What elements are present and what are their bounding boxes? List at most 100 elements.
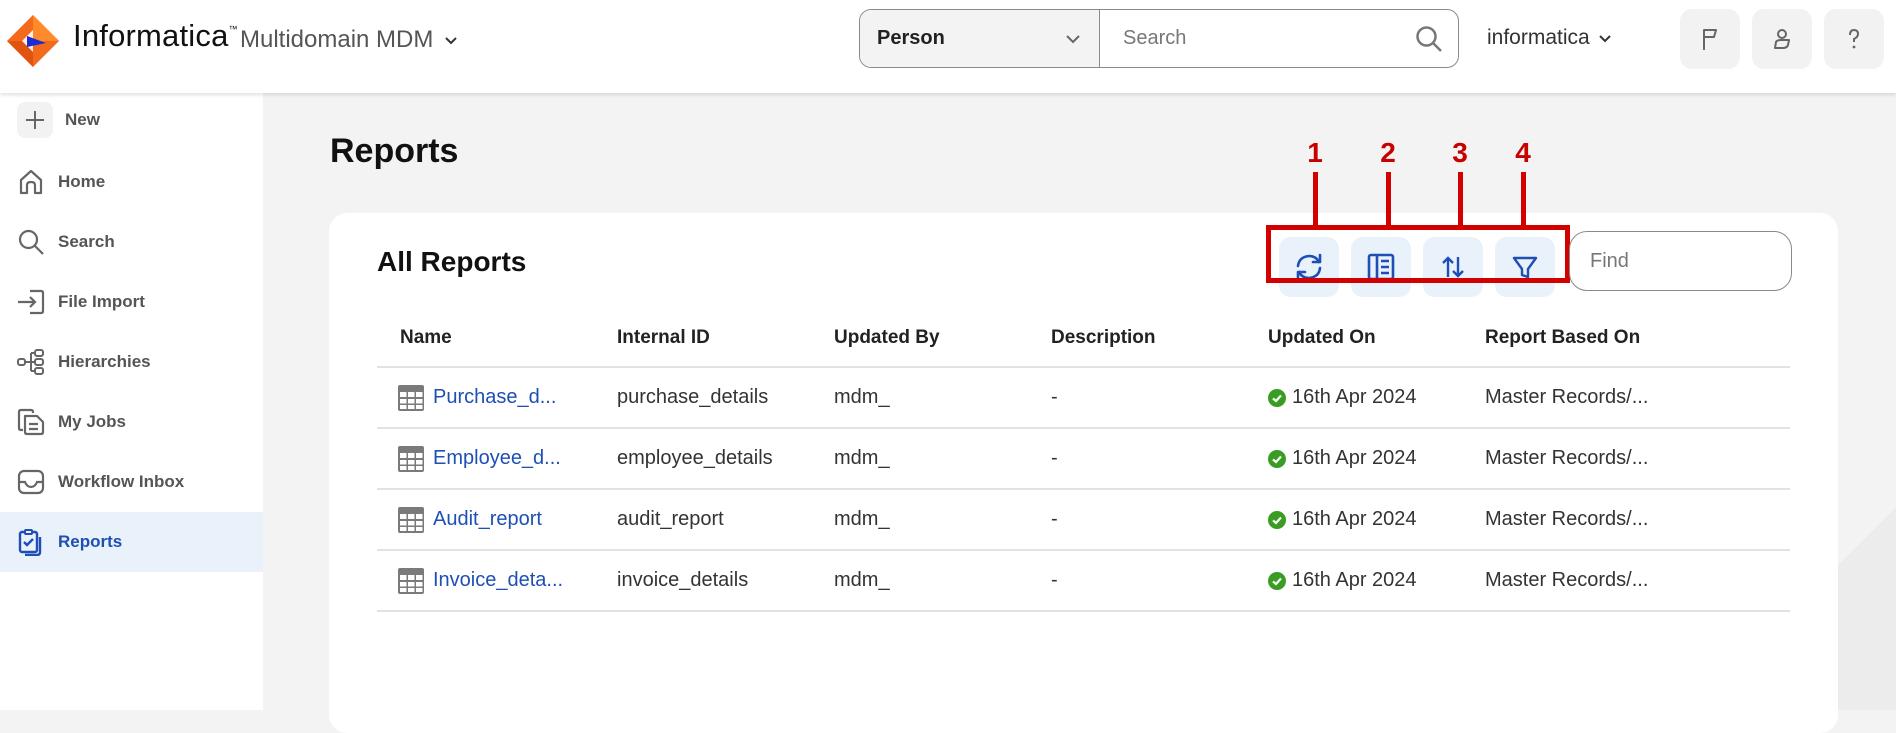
table-grid-icon: [398, 506, 424, 533]
table-row[interactable]: Employee_d... employee_details mdm_ - 16…: [377, 429, 1790, 490]
user-menu[interactable]: informatica: [1487, 26, 1612, 50]
cell-name: Invoice_deta...: [377, 567, 594, 595]
annotation-number: 1: [1307, 137, 1323, 168]
cell-description: -: [1051, 569, 1058, 591]
home-icon: [19, 169, 43, 195]
column-header-updated-by[interactable]: Updated By: [811, 327, 1028, 349]
cell-updated-on: 16th Apr 2024: [1245, 447, 1462, 470]
new-button[interactable]: New: [17, 102, 100, 138]
cell-updated-by: mdm_: [834, 569, 890, 591]
reports-table: Name Internal ID Updated By Description …: [377, 309, 1790, 612]
annotation-line: [1313, 172, 1318, 227]
sidebar-item-label: Home: [58, 172, 106, 191]
page-title: Reports: [330, 132, 459, 170]
file-import-icon: [18, 289, 45, 315]
cell-description: -: [1051, 508, 1058, 530]
cell-internal-id: employee_details: [617, 447, 773, 469]
table-row[interactable]: Purchase_d... purchase_details mdm_ - 16…: [377, 368, 1790, 429]
report-name-link[interactable]: Purchase_d...: [433, 386, 556, 409]
sidebar-item-workflow-inbox[interactable]: Workflow Inbox: [0, 452, 263, 512]
sidebar-item-hierarchies[interactable]: Hierarchies: [0, 332, 263, 392]
search-input[interactable]: [1123, 27, 1414, 50]
refresh-button[interactable]: [1279, 237, 1339, 297]
column-header-name[interactable]: Name: [377, 327, 594, 349]
new-label: New: [65, 110, 100, 129]
columns-icon: [1367, 253, 1395, 281]
table-row[interactable]: Invoice_deta... invoice_details mdm_ - 1…: [377, 551, 1790, 612]
user-icon: [1774, 29, 1790, 49]
cell-report-based-on: Master Records/...: [1485, 447, 1649, 469]
sidebar-item-label: Reports: [58, 532, 123, 551]
filter-icon: [1512, 256, 1538, 279]
notifications-button[interactable]: [1680, 9, 1740, 69]
table-row[interactable]: Audit_report audit_report mdm_ - 16th Ap…: [377, 490, 1790, 551]
column-header-description[interactable]: Description: [1028, 327, 1245, 349]
updated-on-text: 16th Apr 2024: [1292, 447, 1417, 469]
sidebar-item-file-import[interactable]: File Import: [0, 272, 263, 332]
cell-updated-on: 16th Apr 2024: [1245, 569, 1462, 592]
table-body: Purchase_d... purchase_details mdm_ - 16…: [377, 368, 1790, 612]
entity-type-value: Person: [877, 27, 945, 49]
report-name-link[interactable]: Audit_report: [433, 508, 542, 531]
cell-description: -: [1051, 386, 1058, 408]
global-search: Person: [859, 9, 1459, 68]
chevron-down-icon: [1598, 35, 1611, 43]
reports-icon: [18, 529, 42, 556]
columns-button[interactable]: [1351, 237, 1411, 297]
column-header-updated-on[interactable]: Updated On: [1245, 327, 1462, 349]
user-name: informatica: [1487, 26, 1590, 49]
column-header-internal-id[interactable]: Internal ID: [594, 327, 811, 349]
cell-name: Audit_report: [377, 506, 594, 534]
success-check-icon: [1268, 510, 1286, 529]
sidebar-item-search[interactable]: Search: [0, 212, 263, 272]
table-grid-icon: [398, 445, 424, 472]
table-grid-icon: [398, 384, 424, 411]
cell-internal-id: audit_report: [617, 508, 724, 530]
sidebar-item-home[interactable]: Home: [0, 152, 263, 212]
cell-report-based-on: Master Records/...: [1485, 508, 1649, 530]
annotation-number: 2: [1380, 137, 1396, 168]
report-name-link[interactable]: Invoice_deta...: [433, 569, 563, 592]
report-name-link[interactable]: Employee_d...: [433, 447, 561, 470]
annotation-line: [1521, 172, 1526, 227]
success-check-icon: [1268, 571, 1286, 590]
sidebar-item-reports[interactable]: Reports: [0, 512, 263, 572]
cell-description: -: [1051, 447, 1058, 469]
success-check-icon: [1268, 449, 1286, 468]
find-input[interactable]: [1569, 231, 1792, 291]
profile-button[interactable]: [1752, 9, 1812, 69]
search-icon: [18, 229, 44, 255]
refresh-icon: [1296, 253, 1322, 281]
entity-type-select[interactable]: Person: [860, 10, 1100, 67]
cell-name: Purchase_d...: [377, 384, 594, 412]
annotation-number: 4: [1515, 137, 1531, 168]
cell-report-based-on: Master Records/...: [1485, 386, 1649, 408]
annotation-line: [1386, 172, 1391, 227]
sidebar-item-my-jobs[interactable]: My Jobs: [0, 392, 263, 452]
chevron-down-icon: [1066, 34, 1080, 43]
help-icon: [1849, 28, 1860, 49]
flag-icon: [1703, 29, 1717, 50]
table-grid-icon: [398, 567, 424, 594]
hierarchies-icon: [17, 349, 44, 375]
filter-button[interactable]: [1495, 237, 1555, 297]
updated-on-text: 16th Apr 2024: [1292, 508, 1417, 530]
column-header-report-based-on[interactable]: Report Based On: [1462, 327, 1790, 349]
cell-internal-id: purchase_details: [617, 386, 769, 408]
background-decoration: [1838, 430, 1896, 710]
cell-updated-on: 16th Apr 2024: [1245, 386, 1462, 409]
top-header: Informatica™ Multidomain MDM Person info…: [0, 0, 1896, 93]
success-check-icon: [1268, 388, 1286, 407]
sort-icon: [1442, 256, 1464, 278]
cell-internal-id: invoice_details: [617, 569, 749, 591]
card-title: All Reports: [377, 246, 527, 277]
product-switcher[interactable]: Multidomain MDM: [240, 26, 459, 54]
sort-button[interactable]: [1423, 237, 1483, 297]
reports-card: All Reports 1 2 3 4 Name Internal ID Upd…: [329, 137, 1838, 733]
product-name: Multidomain MDM: [240, 26, 434, 53]
annotation-line: [1458, 172, 1463, 227]
search-icon[interactable]: [1414, 24, 1444, 54]
search-field: [1100, 10, 1458, 67]
help-button[interactable]: [1824, 9, 1884, 69]
cell-updated-by: mdm_: [834, 386, 890, 408]
